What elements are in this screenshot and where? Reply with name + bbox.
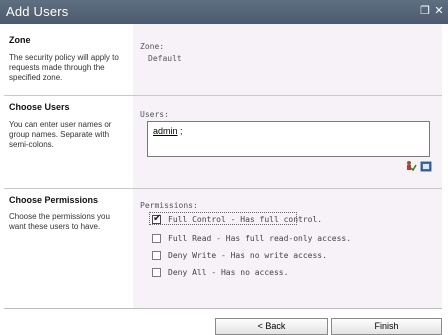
permission-checkbox[interactable] <box>152 251 161 260</box>
zone-field-label: Zone: <box>140 42 165 51</box>
finish-button[interactable]: Finish <box>331 318 442 335</box>
footer-divider <box>4 308 442 309</box>
permission-checkbox[interactable] <box>152 234 161 243</box>
section-divider <box>4 188 442 189</box>
zone-description: The security policy will apply to reques… <box>9 53 119 82</box>
permissions-field-label: Permissions: <box>140 201 198 210</box>
resolved-user-name[interactable]: admin <box>153 126 178 136</box>
users-input-value: admin ; <box>153 126 183 136</box>
permissions-description: Choose the permissions you want these us… <box>9 212 110 231</box>
permissions-heading: Choose Permissions <box>9 195 99 205</box>
browse-directory-icon[interactable] <box>420 160 432 172</box>
users-description: You can enter user names or group names.… <box>9 120 112 149</box>
section-divider <box>4 95 442 96</box>
permission-label: Full Control - Has full control. <box>168 215 323 224</box>
permission-label: Deny Write - Has no write access. <box>168 251 327 260</box>
permission-checkbox[interactable] <box>152 268 161 277</box>
check-names-icon[interactable] <box>405 160 417 172</box>
restore-icon[interactable]: ❐ <box>419 4 431 18</box>
fields-panel <box>133 24 442 308</box>
checkmark-icon: ✔ <box>153 213 162 224</box>
users-heading: Choose Users <box>9 102 70 112</box>
zone-value: Default <box>148 54 182 63</box>
users-separator: ; <box>177 126 183 136</box>
users-input[interactable]: admin ; <box>147 121 430 157</box>
permission-label: Deny All - Has no access. <box>168 268 289 277</box>
window-title: Add Users <box>6 4 69 19</box>
permission-label: Full Read - Has full read-only access. <box>168 234 352 243</box>
zone-heading: Zone <box>9 35 31 45</box>
permission-checkbox[interactable]: ✔ <box>152 213 162 224</box>
close-icon[interactable]: ✕ <box>433 4 445 18</box>
back-button[interactable]: < Back <box>215 318 328 335</box>
window-titlebar: Add Users ❐ ✕ <box>0 0 448 24</box>
users-field-label: Users: <box>140 110 169 119</box>
